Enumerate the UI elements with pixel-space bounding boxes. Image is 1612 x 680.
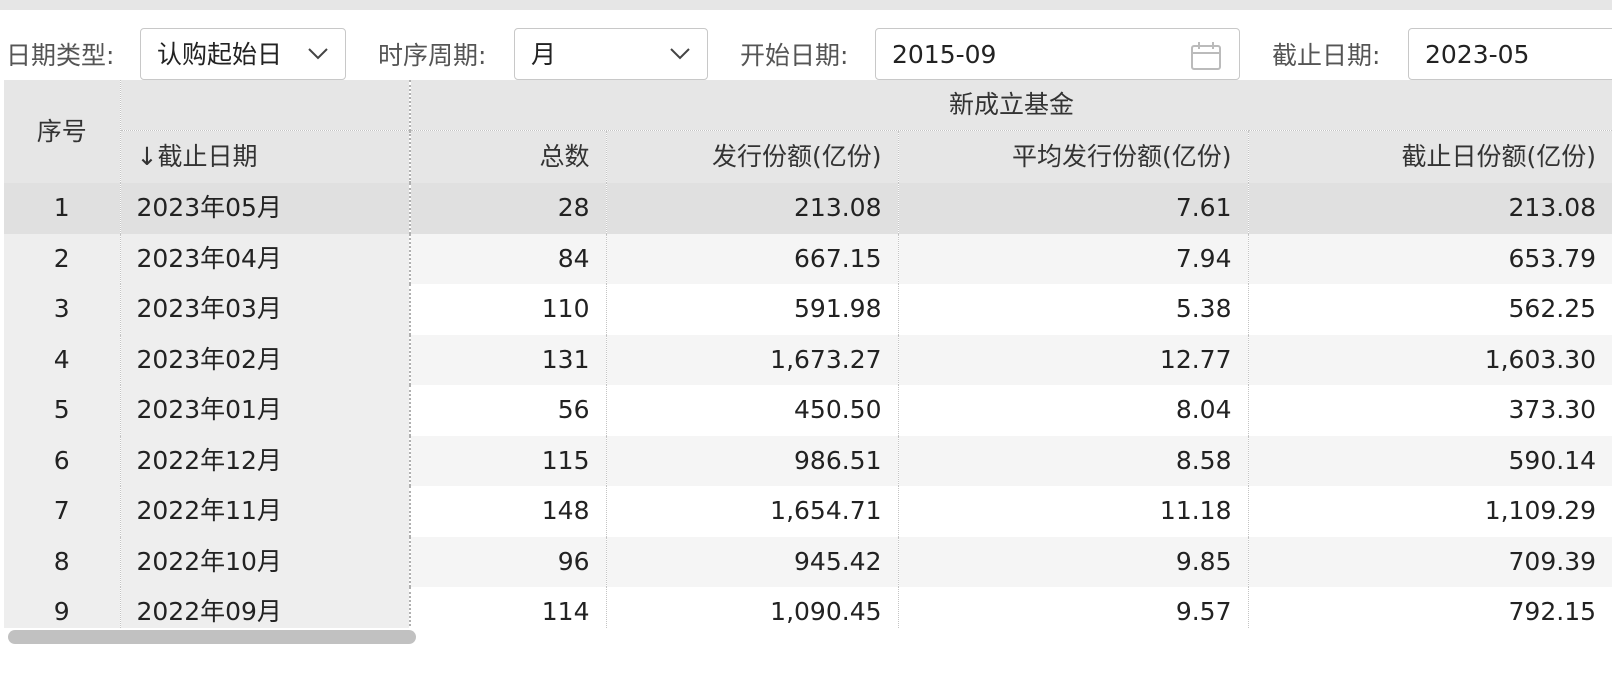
cell-end-shares: 373.30 (1508, 395, 1597, 425)
top-strip (0, 0, 1612, 10)
cell-total: 115 (410, 435, 607, 486)
cell-index: 9 (4, 587, 121, 628)
header-date-label: 截止日期 (157, 142, 258, 171)
data-grid: 序号 新成立基金 ↓截止日期 总数 发行份额(亿份) 平均发行份额(亿份) 截止… (4, 80, 1612, 628)
chevron-down-icon (670, 48, 690, 60)
cell-issued: 1,673.27 (606, 334, 899, 385)
cell-avg: 9.85 (898, 536, 1249, 587)
cell-issued: 450.50 (606, 385, 899, 436)
header-index[interactable]: 序号 (4, 80, 121, 183)
cell-avg: 5.38 (898, 284, 1249, 335)
cell-total: 84 (410, 233, 607, 284)
cell-total: 96 (410, 536, 607, 587)
table-row[interactable]: 4 2023年02月 131 1,673.27 12.77 1,603.30 (4, 334, 1612, 385)
cell-end-shares: 562.25 (1508, 294, 1597, 324)
cell-issued: 945.42 (606, 536, 899, 587)
end-date-label: 截止日期: (1272, 41, 1381, 70)
header-total[interactable]: 总数 (410, 130, 607, 183)
cell-total: 56 (410, 385, 607, 436)
header-date[interactable]: ↓截止日期 (120, 130, 411, 183)
cell-avg: 9.57 (898, 587, 1249, 628)
end-date-value: 2023-05 (1425, 40, 1530, 69)
cell-date: 2023年05月 (120, 183, 411, 234)
period-select[interactable]: 月 (514, 28, 708, 80)
cell-end-shares: 792.15 (1508, 597, 1597, 627)
cell-end-shares: 213.08 (1248, 183, 1612, 234)
header-issued-shares[interactable]: 发行份额(亿份) (606, 130, 899, 183)
cell-end-shares: 1,109.29 (1484, 496, 1597, 526)
cell-total: 148 (410, 486, 607, 537)
cell-date: 2022年11月 (120, 486, 411, 537)
chevron-down-icon (308, 48, 328, 60)
cell-index: 3 (4, 284, 121, 335)
table-row[interactable]: 2 2023年04月 84 667.15 7.94 653.79 (4, 233, 1612, 284)
filter-bar: 日期类型: 认购起始日 时序周期: 月 开始日期: 2015-09 截止日期: … (0, 10, 1612, 84)
cell-end-shares: 1,603.30 (1248, 334, 1612, 385)
period-label: 时序周期: (378, 41, 487, 70)
cell-avg: 7.94 (898, 233, 1249, 284)
start-date-label: 开始日期: (740, 41, 849, 70)
date-type-select[interactable]: 认购起始日 (140, 28, 346, 80)
date-type-value: 认购起始日 (157, 40, 283, 69)
header-avg-issued-shares[interactable]: 平均发行份额(亿份) (898, 130, 1249, 183)
sort-desc-icon[interactable]: ↓ (137, 142, 158, 171)
cell-date: 2022年09月 (120, 587, 411, 628)
cell-issued: 667.15 (606, 233, 899, 284)
cell-index: 2 (4, 233, 121, 284)
cell-avg: 8.04 (898, 385, 1249, 436)
cell-end-shares: 653.79 (1248, 233, 1612, 284)
header-group-new-funds: 新成立基金 (410, 80, 1612, 131)
cell-index: 1 (4, 183, 121, 234)
cell-issued: 1,654.71 (606, 486, 899, 537)
table-row[interactable]: 5 2023年01月 56 450.50 8.04 373.30 (4, 385, 1612, 436)
header-blank (120, 80, 411, 131)
cell-index: 4 (4, 334, 121, 385)
cell-total: 28 (410, 183, 607, 234)
table-row[interactable]: 8 2022年10月 96 945.42 9.85 709.39 (4, 536, 1612, 587)
cell-avg: 11.18 (898, 486, 1249, 537)
cell-issued: 591.98 (606, 284, 899, 335)
table-row[interactable]: 9 2022年09月 114 1,090.45 9.57 792.15 (4, 587, 1612, 628)
cell-total: 114 (410, 587, 607, 628)
cell-avg: 12.77 (898, 334, 1249, 385)
start-date-value: 2015-09 (892, 40, 997, 69)
cell-total: 110 (410, 284, 607, 335)
cell-date: 2022年12月 (120, 435, 411, 486)
period-value: 月 (531, 40, 557, 69)
cell-end-shares: 709.39 (1248, 536, 1612, 587)
horizontal-scrollbar-thumb[interactable] (8, 630, 416, 644)
cell-date: 2023年02月 (120, 334, 411, 385)
date-type-label: 日期类型: (6, 41, 115, 70)
table-row[interactable]: 6 2022年12月 115 986.51 8.58 590.14 (4, 435, 1612, 486)
cell-date: 2023年01月 (120, 385, 411, 436)
table-row[interactable]: 3 2023年03月 110 591.98 5.38 562.25 (4, 284, 1612, 335)
cell-avg: 7.61 (898, 183, 1249, 234)
cell-end-shares: 590.14 (1248, 435, 1612, 486)
cell-date: 2022年10月 (120, 536, 411, 587)
cell-total: 131 (410, 334, 607, 385)
cell-date: 2023年04月 (120, 233, 411, 284)
cell-issued: 213.08 (606, 183, 899, 234)
header-end-date-shares[interactable]: 截止日份额(亿份) (1248, 130, 1612, 183)
end-date-picker[interactable]: 2023-05 (1408, 28, 1612, 80)
start-date-picker[interactable]: 2015-09 (875, 28, 1240, 80)
fund-table: 序号 新成立基金 ↓截止日期 总数 发行份额(亿份) 平均发行份额(亿份) 截止… (4, 80, 1612, 628)
cell-issued: 1,090.45 (606, 587, 899, 628)
cell-index: 6 (4, 435, 121, 486)
calendar-icon[interactable] (1190, 41, 1222, 71)
cell-index: 8 (4, 536, 121, 587)
cell-date: 2023年03月 (120, 284, 411, 335)
table-row[interactable]: 1 2023年05月 28 213.08 7.61 213.08 (4, 183, 1612, 234)
cell-index: 7 (4, 486, 121, 537)
cell-issued: 986.51 (606, 435, 899, 486)
cell-avg: 8.58 (898, 435, 1249, 486)
cell-index: 5 (4, 385, 121, 436)
table-row[interactable]: 7 2022年11月 148 1,654.71 11.18 1,109.29 (4, 486, 1612, 537)
